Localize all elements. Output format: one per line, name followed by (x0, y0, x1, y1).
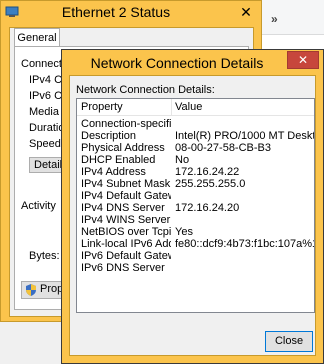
listview-header: Property Value (77, 99, 314, 116)
row-property: IPv6 Default Gateway (81, 250, 171, 262)
table-row[interactable]: IPv4 WINS Server (77, 214, 314, 226)
row-value: 172.16.24.22 (175, 166, 240, 178)
window-title: Network Connection Details (90, 55, 264, 71)
row-property: IPv4 DNS Server (81, 202, 165, 214)
row-property: Description (81, 130, 137, 142)
row-property: DHCP Enabled (81, 154, 156, 166)
speed-label: Speed: (29, 138, 64, 150)
row-value: fe80::dcf9:4b73:f1bc:107a%13 (175, 238, 315, 250)
network-connection-details-window: Network Connection Details ✕ Network Con… (61, 49, 324, 364)
row-value: 08-00-27-58-CB-B3 (175, 142, 271, 154)
table-row[interactable]: IPv6 Default Gateway (77, 250, 314, 262)
row-property: IPv6 DNS Server (81, 262, 165, 274)
row-property: NetBIOS over Tcpip En... (81, 226, 171, 238)
table-row[interactable]: DHCP Enabled No (77, 154, 314, 166)
table-row[interactable]: Link-local IPv6 Address fe80::dcf9:4b73:f… (77, 238, 314, 250)
row-property: Connection-specific DN... (81, 118, 171, 130)
close-button[interactable]: ✕ (287, 51, 319, 69)
window-title: Ethernet 2 Status (61, 4, 171, 20)
row-value: 172.16.24.20 (175, 202, 240, 214)
chevron-right-icon[interactable]: » (271, 12, 278, 26)
shield-icon (26, 284, 36, 296)
column-divider[interactable] (171, 99, 172, 115)
section-label: Network Connection Details: (76, 84, 215, 96)
row-property: Physical Address (81, 142, 165, 154)
table-row[interactable]: IPv4 DNS Server 172.16.24.20 (77, 202, 314, 214)
details-listview[interactable]: Property Value Connection-specific DN...… (76, 98, 315, 313)
table-row[interactable]: NetBIOS over Tcpip En... Yes (77, 226, 314, 238)
table-row[interactable]: IPv6 DNS Server (77, 262, 314, 274)
row-property: Link-local IPv6 Address (81, 238, 171, 250)
row-value: Yes (175, 226, 193, 238)
column-header-value[interactable]: Value (175, 101, 202, 113)
row-property: IPv4 Default Gateway (81, 190, 171, 202)
row-value: No (175, 154, 190, 166)
table-row[interactable]: Connection-specific DN... (77, 118, 314, 130)
close-dialog-button[interactable]: Close (265, 331, 313, 352)
row-property: IPv4 Subnet Mask (81, 178, 171, 190)
activity-label: Activity (21, 200, 56, 212)
window-client: Network Connection Details: Property Val… (69, 75, 316, 356)
table-row[interactable]: IPv4 Subnet Mask 255.255.255.0 (77, 178, 314, 190)
row-value: Intel(R) PRO/1000 MT Desktop Adapter (175, 130, 315, 142)
table-row[interactable]: Physical Address 08-00-27-58-CB-B3 (77, 142, 314, 154)
row-property: IPv4 WINS Server (81, 214, 171, 226)
tab-general[interactable]: General (14, 28, 60, 47)
column-header-property[interactable]: Property (81, 101, 123, 113)
table-row[interactable]: Description Intel(R) PRO/1000 MT Desktop … (77, 130, 314, 142)
bytes-label: Bytes: (29, 250, 60, 262)
explorer-toolbar: » (262, 0, 324, 35)
close-icon[interactable]: ✕ (237, 3, 255, 21)
row-property: IPv4 Address (81, 166, 146, 178)
table-row[interactable]: IPv4 Address 172.16.24.22 (77, 166, 314, 178)
table-row[interactable]: IPv4 Default Gateway (77, 190, 314, 202)
row-value: 255.255.255.0 (175, 178, 246, 190)
